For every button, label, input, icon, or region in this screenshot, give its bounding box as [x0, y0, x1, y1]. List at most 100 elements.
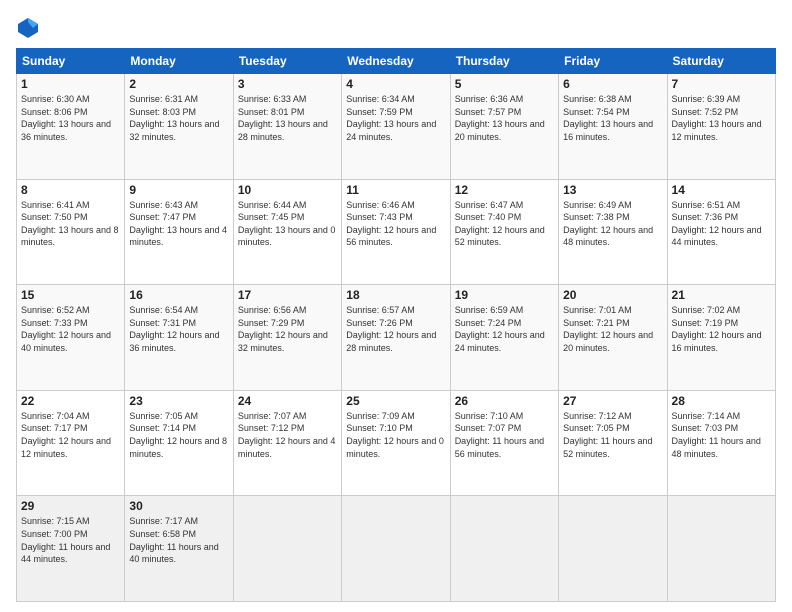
- day-number: 2: [129, 77, 228, 91]
- day-info: Sunrise: 7:15 AMSunset: 7:00 PMDaylight:…: [21, 515, 120, 565]
- day-info: Sunrise: 6:33 AMSunset: 8:01 PMDaylight:…: [238, 93, 337, 143]
- day-number: 19: [455, 288, 554, 302]
- calendar-cell: 22 Sunrise: 7:04 AMSunset: 7:17 PMDayligh…: [17, 390, 125, 496]
- week-row-3: 15Sunrise: 6:52 AMSunset: 7:33 PMDayligh…: [17, 285, 776, 391]
- week-row-4: 22 Sunrise: 7:04 AMSunset: 7:17 PMDayligh…: [17, 390, 776, 496]
- day-number: 3: [238, 77, 337, 91]
- header: [16, 16, 776, 40]
- weekday-header-thursday: Thursday: [450, 49, 558, 74]
- calendar-cell: 9 Sunrise: 6:43 AMSunset: 7:47 PMDaylight…: [125, 179, 233, 285]
- day-number: 5: [455, 77, 554, 91]
- calendar-cell: 20 Sunrise: 7:01 AMSunset: 7:21 PMDayligh…: [559, 285, 667, 391]
- day-number: 17: [238, 288, 337, 302]
- day-info: Sunrise: 7:09 AMSunset: 7:10 PMDaylight:…: [346, 410, 445, 460]
- calendar-cell: 4Sunrise: 6:34 AMSunset: 7:59 PMDaylight…: [342, 74, 450, 180]
- day-number: 1: [21, 77, 120, 91]
- calendar-cell: 24 Sunrise: 7:07 AMSunset: 7:12 PMDayligh…: [233, 390, 341, 496]
- calendar-cell: 29 Sunrise: 7:15 AMSunset: 7:00 PMDayligh…: [17, 496, 125, 602]
- calendar-cell: 17 Sunrise: 6:56 AMSunset: 7:29 PMDayligh…: [233, 285, 341, 391]
- calendar-cell: 16 Sunrise: 6:54 AMSunset: 7:31 PMDayligh…: [125, 285, 233, 391]
- calendar-cell: [450, 496, 558, 602]
- day-number: 29: [21, 499, 120, 513]
- calendar-cell: 13 Sunrise: 6:49 AMSunset: 7:38 PMDayligh…: [559, 179, 667, 285]
- day-info: Sunrise: 6:56 AMSunset: 7:29 PMDaylight:…: [238, 304, 337, 354]
- weekday-header-row: SundayMondayTuesdayWednesdayThursdayFrid…: [17, 49, 776, 74]
- day-info: Sunrise: 6:41 AMSunset: 7:50 PMDaylight:…: [21, 199, 120, 249]
- day-info: Sunrise: 7:02 AMSunset: 7:19 PMDaylight:…: [672, 304, 771, 354]
- day-info: Sunrise: 6:36 AMSunset: 7:57 PMDaylight:…: [455, 93, 554, 143]
- day-info: Sunrise: 6:57 AMSunset: 7:26 PMDaylight:…: [346, 304, 445, 354]
- calendar-cell: 18Sunrise: 6:57 AMSunset: 7:26 PMDayligh…: [342, 285, 450, 391]
- calendar-body: 1 Sunrise: 6:30 AMSunset: 8:06 PMDaylight…: [17, 74, 776, 602]
- day-number: 6: [563, 77, 662, 91]
- day-info: Sunrise: 6:54 AMSunset: 7:31 PMDaylight:…: [129, 304, 228, 354]
- weekday-header-friday: Friday: [559, 49, 667, 74]
- calendar-cell: 28 Sunrise: 7:14 AMSunset: 7:03 PMDayligh…: [667, 390, 775, 496]
- day-info: Sunrise: 6:39 AMSunset: 7:52 PMDaylight:…: [672, 93, 771, 143]
- day-number: 26: [455, 394, 554, 408]
- day-info: Sunrise: 6:49 AMSunset: 7:38 PMDaylight:…: [563, 199, 662, 249]
- week-row-2: 8 Sunrise: 6:41 AMSunset: 7:50 PMDaylight…: [17, 179, 776, 285]
- week-row-5: 29 Sunrise: 7:15 AMSunset: 7:00 PMDayligh…: [17, 496, 776, 602]
- calendar-cell: 3 Sunrise: 6:33 AMSunset: 8:01 PMDaylight…: [233, 74, 341, 180]
- day-info: Sunrise: 7:01 AMSunset: 7:21 PMDaylight:…: [563, 304, 662, 354]
- day-info: Sunrise: 7:10 AMSunset: 7:07 PMDaylight:…: [455, 410, 554, 460]
- day-info: Sunrise: 7:05 AMSunset: 7:14 PMDaylight:…: [129, 410, 228, 460]
- day-info: Sunrise: 7:14 AMSunset: 7:03 PMDaylight:…: [672, 410, 771, 460]
- day-number: 16: [129, 288, 228, 302]
- calendar-cell: 7 Sunrise: 6:39 AMSunset: 7:52 PMDaylight…: [667, 74, 775, 180]
- calendar-cell: [559, 496, 667, 602]
- calendar-cell: 12 Sunrise: 6:47 AMSunset: 7:40 PMDayligh…: [450, 179, 558, 285]
- weekday-header-monday: Monday: [125, 49, 233, 74]
- day-info: Sunrise: 7:07 AMSunset: 7:12 PMDaylight:…: [238, 410, 337, 460]
- day-number: 13: [563, 183, 662, 197]
- day-info: Sunrise: 6:51 AMSunset: 7:36 PMDaylight:…: [672, 199, 771, 249]
- day-info: Sunrise: 6:38 AMSunset: 7:54 PMDaylight:…: [563, 93, 662, 143]
- day-number: 20: [563, 288, 662, 302]
- calendar-cell: [667, 496, 775, 602]
- day-info: Sunrise: 7:17 AMSunset: 6:58 PMDaylight:…: [129, 515, 228, 565]
- day-number: 25: [346, 394, 445, 408]
- calendar-cell: 14 Sunrise: 6:51 AMSunset: 7:36 PMDayligh…: [667, 179, 775, 285]
- calendar-cell: 10 Sunrise: 6:44 AMSunset: 7:45 PMDayligh…: [233, 179, 341, 285]
- day-info: Sunrise: 6:44 AMSunset: 7:45 PMDaylight:…: [238, 199, 337, 249]
- day-number: 11: [346, 183, 445, 197]
- day-number: 10: [238, 183, 337, 197]
- calendar-cell: 5 Sunrise: 6:36 AMSunset: 7:57 PMDaylight…: [450, 74, 558, 180]
- calendar-cell: [233, 496, 341, 602]
- day-info: Sunrise: 6:30 AMSunset: 8:06 PMDaylight:…: [21, 93, 120, 143]
- day-number: 22: [21, 394, 120, 408]
- day-number: 7: [672, 77, 771, 91]
- day-info: Sunrise: 6:47 AMSunset: 7:40 PMDaylight:…: [455, 199, 554, 249]
- calendar-cell: 26 Sunrise: 7:10 AMSunset: 7:07 PMDayligh…: [450, 390, 558, 496]
- day-info: Sunrise: 6:34 AMSunset: 7:59 PMDaylight:…: [346, 93, 445, 143]
- weekday-header-saturday: Saturday: [667, 49, 775, 74]
- day-number: 21: [672, 288, 771, 302]
- calendar-cell: 30Sunrise: 7:17 AMSunset: 6:58 PMDayligh…: [125, 496, 233, 602]
- page: SundayMondayTuesdayWednesdayThursdayFrid…: [0, 0, 792, 612]
- day-number: 9: [129, 183, 228, 197]
- calendar: SundayMondayTuesdayWednesdayThursdayFrid…: [16, 48, 776, 602]
- calendar-cell: 11 Sunrise: 6:46 AMSunset: 7:43 PMDayligh…: [342, 179, 450, 285]
- weekday-header-tuesday: Tuesday: [233, 49, 341, 74]
- weekday-header-wednesday: Wednesday: [342, 49, 450, 74]
- day-info: Sunrise: 6:46 AMSunset: 7:43 PMDaylight:…: [346, 199, 445, 249]
- day-number: 28: [672, 394, 771, 408]
- day-info: Sunrise: 6:59 AMSunset: 7:24 PMDaylight:…: [455, 304, 554, 354]
- calendar-cell: [342, 496, 450, 602]
- day-info: Sunrise: 6:43 AMSunset: 7:47 PMDaylight:…: [129, 199, 228, 249]
- day-number: 12: [455, 183, 554, 197]
- calendar-cell: 21 Sunrise: 7:02 AMSunset: 7:19 PMDayligh…: [667, 285, 775, 391]
- day-number: 8: [21, 183, 120, 197]
- calendar-cell: 1 Sunrise: 6:30 AMSunset: 8:06 PMDaylight…: [17, 74, 125, 180]
- day-number: 23: [129, 394, 228, 408]
- day-number: 24: [238, 394, 337, 408]
- calendar-cell: 27Sunrise: 7:12 AMSunset: 7:05 PMDayligh…: [559, 390, 667, 496]
- calendar-cell: 2Sunrise: 6:31 AMSunset: 8:03 PMDaylight…: [125, 74, 233, 180]
- calendar-cell: 8 Sunrise: 6:41 AMSunset: 7:50 PMDaylight…: [17, 179, 125, 285]
- day-info: Sunrise: 6:52 AMSunset: 7:33 PMDaylight:…: [21, 304, 120, 354]
- calendar-cell: 15Sunrise: 6:52 AMSunset: 7:33 PMDayligh…: [17, 285, 125, 391]
- day-info: Sunrise: 7:04 AMSunset: 7:17 PMDaylight:…: [21, 410, 120, 460]
- calendar-cell: 6 Sunrise: 6:38 AMSunset: 7:54 PMDaylight…: [559, 74, 667, 180]
- day-number: 14: [672, 183, 771, 197]
